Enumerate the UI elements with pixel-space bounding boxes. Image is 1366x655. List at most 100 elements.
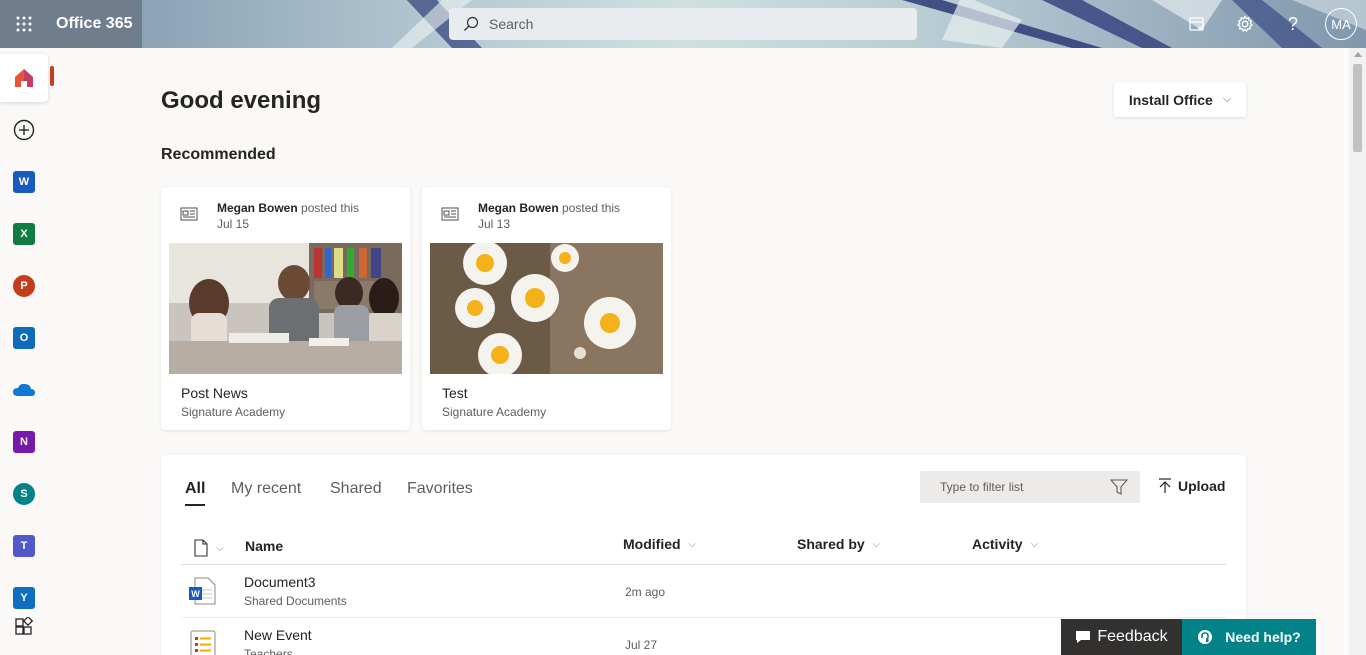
file-name[interactable]: Document3 (244, 574, 316, 590)
install-office-button[interactable]: Install Office ⌵ (1114, 82, 1246, 117)
app-rail: W X P O N S T Y (0, 48, 54, 655)
settings-button[interactable] (1221, 0, 1269, 48)
page-scrollbar[interactable] (1349, 48, 1366, 655)
need-help-label: Need help? (1225, 629, 1301, 645)
word-icon: W (13, 171, 35, 193)
file-location: Teachers (244, 647, 293, 655)
rail-item-onenote[interactable]: N (0, 418, 48, 466)
file-location: Shared Documents (244, 594, 347, 608)
card-site: Signature Academy (442, 405, 547, 419)
column-header-shared-by[interactable]: Shared by ⌵ (797, 536, 880, 552)
rail-item-home[interactable] (0, 54, 48, 102)
sharepoint-icon: S (13, 483, 35, 505)
powerpoint-icon: P (13, 275, 35, 297)
filter-icon (1110, 479, 1128, 495)
search-box[interactable] (449, 8, 917, 40)
filter-input[interactable] (940, 480, 1100, 494)
top-bar: Office 365 ? MA (0, 0, 1366, 48)
rail-item-word[interactable]: W (0, 158, 48, 206)
headset-icon (1198, 630, 1213, 644)
active-indicator (50, 66, 54, 86)
recommended-card[interactable]: Megan Bowen posted this Jul 13 Test Sign… (422, 187, 671, 430)
chevron-down-icon: ⌵ (1030, 538, 1039, 550)
waffle-icon (16, 16, 32, 32)
card-title: Test (442, 385, 468, 401)
greeting-heading: Good evening (161, 87, 322, 114)
app-launcher-button[interactable] (0, 0, 48, 48)
install-office-label: Install Office (1128, 91, 1213, 108)
help-icon: ? (1287, 13, 1298, 34)
news-icon (180, 207, 198, 221)
search-icon (464, 16, 479, 31)
card-thumbnail-daisies (430, 243, 663, 374)
onedrive-icon (13, 383, 35, 396)
list-file-icon (190, 630, 216, 655)
card-date: Jul 15 (217, 217, 250, 231)
column-header-name[interactable]: Name (245, 538, 283, 554)
card-title: Post News (181, 385, 248, 401)
need-help-button[interactable]: Need help? (1182, 619, 1316, 655)
rail-item-powerpoint[interactable]: P (0, 262, 48, 310)
file-type-column-header[interactable]: ⌵ (194, 539, 224, 557)
create-plus-icon (13, 119, 35, 141)
chat-bubble-icon (1076, 631, 1091, 643)
card-thumbnail-students (169, 243, 402, 374)
column-shared-by-label: Shared by (797, 536, 865, 552)
card-posted-by: Megan Bowen posted this (217, 201, 360, 215)
filter-box[interactable] (920, 471, 1140, 503)
rail-item-create[interactable] (0, 106, 48, 154)
news-icon (441, 207, 459, 221)
my-day-button[interactable] (1173, 0, 1221, 48)
rail-item-all-apps[interactable] (0, 603, 48, 651)
onenote-icon: N (13, 431, 35, 453)
file-modified: Jul 27 (625, 638, 658, 652)
card-site: Signature Academy (181, 405, 286, 419)
chevron-down-icon: ⌵ (872, 538, 881, 550)
document-icon (194, 539, 208, 557)
upload-label: Upload (1178, 478, 1226, 494)
tab-all[interactable]: All (185, 480, 205, 498)
rail-item-excel[interactable]: X (0, 210, 48, 258)
feedback-label: Feedback (1097, 628, 1168, 645)
teams-icon: T (13, 535, 35, 557)
card-posted-by: Megan Bowen posted this (478, 201, 621, 215)
column-activity-label: Activity (972, 536, 1023, 552)
file-modified: 2m ago (625, 585, 666, 599)
tab-my-recent[interactable]: My recent (231, 480, 301, 498)
rail-item-sharepoint[interactable]: S (0, 470, 48, 518)
search-input[interactable] (489, 16, 889, 32)
home-icon (15, 69, 33, 87)
gear-icon (1236, 15, 1254, 33)
scrollbar-thumb[interactable] (1353, 64, 1362, 152)
outlook-icon: O (13, 327, 35, 349)
my-day-icon (1189, 17, 1205, 31)
card-date: Jul 13 (478, 217, 511, 231)
column-name-label: Name (245, 538, 284, 554)
account-button[interactable]: MA (1317, 0, 1365, 48)
table-row[interactable]: W (181, 565, 1226, 617)
file-name[interactable]: New Event (244, 627, 312, 643)
word-file-icon: W (189, 577, 216, 605)
avatar: MA (1325, 8, 1357, 40)
help-button[interactable]: ? (1269, 0, 1317, 48)
svg-text:W: W (191, 589, 200, 599)
recommended-heading: Recommended (161, 146, 276, 163)
app-title[interactable]: Office 365 (56, 15, 132, 33)
recommended-card[interactable]: Megan Bowen posted this Jul 15 Post News… (161, 187, 410, 430)
rail-item-outlook[interactable]: O (0, 314, 48, 362)
upload-icon (1159, 478, 1171, 493)
column-modified-label: Modified (623, 536, 681, 552)
feedback-button[interactable]: Feedback (1061, 619, 1182, 655)
chevron-down-icon: ⌵ (1222, 93, 1232, 105)
active-tab-underline (185, 504, 205, 506)
scroll-up-arrow-icon[interactable] (1354, 52, 1362, 57)
upload-button[interactable]: Upload (1158, 478, 1225, 494)
chevron-down-icon: ⌵ (688, 538, 697, 550)
rail-item-teams[interactable]: T (0, 522, 48, 570)
column-header-activity[interactable]: Activity ⌵ (972, 536, 1038, 552)
tab-favorites[interactable]: Favorites (407, 480, 473, 498)
tab-shared[interactable]: Shared (330, 480, 382, 498)
column-header-modified[interactable]: Modified ⌵ (623, 536, 696, 552)
chevron-down-icon: ⌵ (216, 542, 224, 554)
rail-item-onedrive[interactable] (0, 366, 48, 414)
